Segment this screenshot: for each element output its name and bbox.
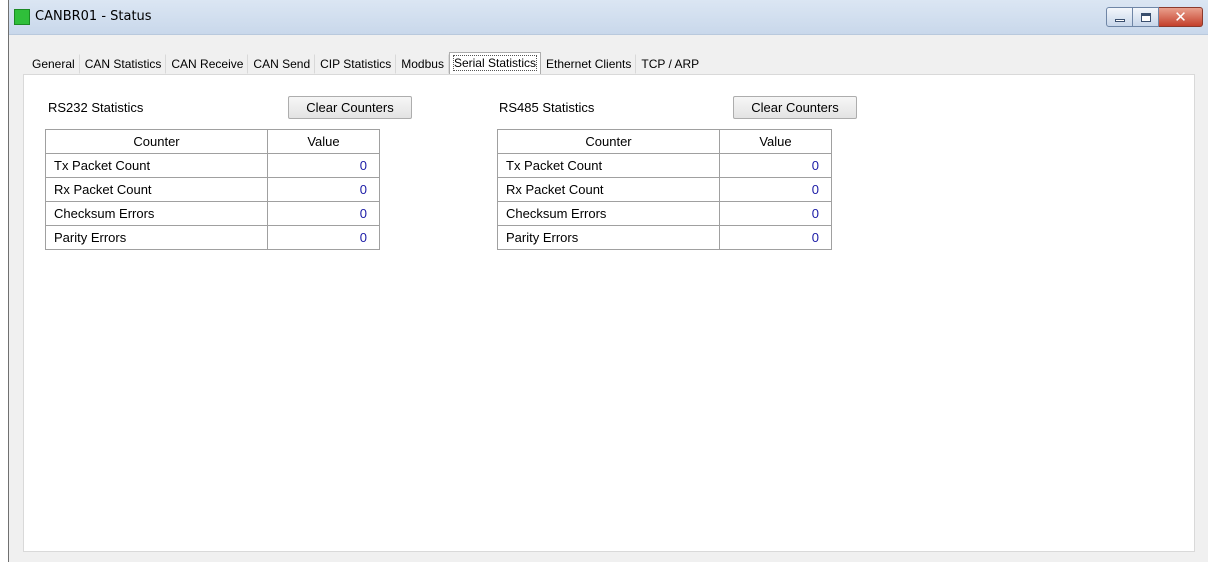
tab-can-send[interactable]: CAN Send	[248, 54, 316, 74]
value-cell: 0	[267, 201, 380, 226]
serial-statistics-panel: RS232 Statistics Clear Counters Counter …	[23, 74, 1195, 552]
rs485-clear-counters-button[interactable]: Clear Counters	[733, 96, 857, 119]
maximize-icon	[1141, 13, 1151, 22]
value-column-header[interactable]: Value	[719, 129, 832, 154]
rs485-stats-table: Counter Value Tx Packet Count 0 Rx Packe…	[497, 129, 832, 250]
tab-strip: General CAN Statistics CAN Receive CAN S…	[27, 52, 703, 74]
counter-cell: Rx Packet Count	[45, 177, 268, 202]
tab-modbus[interactable]: Modbus	[396, 54, 449, 74]
table-row[interactable]: Parity Errors 0	[45, 225, 380, 250]
counter-cell: Tx Packet Count	[497, 153, 720, 178]
window-title: CANBR01 - Status	[35, 9, 152, 24]
close-icon: ✕	[1174, 8, 1187, 26]
tab-general[interactable]: General	[27, 54, 80, 74]
counter-cell: Parity Errors	[45, 225, 268, 250]
value-cell: 0	[719, 201, 832, 226]
table-header-row: Counter Value	[497, 129, 832, 154]
table-row[interactable]: Checksum Errors 0	[45, 201, 380, 226]
counter-cell: Tx Packet Count	[45, 153, 268, 178]
value-cell: 0	[267, 225, 380, 250]
window-controls: ✕	[1106, 7, 1203, 27]
title-bar[interactable]: CANBR01 - Status ✕	[9, 0, 1208, 35]
status-window: CANBR01 - Status ✕ General CAN Statistic…	[8, 0, 1208, 562]
tab-tcp-arp[interactable]: TCP / ARP	[636, 54, 703, 74]
tab-serial-statistics[interactable]: Serial Statistics	[448, 52, 541, 74]
table-row[interactable]: Tx Packet Count 0	[45, 153, 380, 178]
tab-can-receive[interactable]: CAN Receive	[166, 54, 249, 74]
tab-can-statistics[interactable]: CAN Statistics	[80, 54, 167, 74]
table-row[interactable]: Rx Packet Count 0	[497, 177, 832, 202]
rs232-title: RS232 Statistics	[48, 100, 144, 115]
minimize-button[interactable]	[1106, 7, 1133, 27]
table-row[interactable]: Parity Errors 0	[497, 225, 832, 250]
value-cell: 0	[719, 225, 832, 250]
table-row[interactable]: Rx Packet Count 0	[45, 177, 380, 202]
table-header-row: Counter Value	[45, 129, 380, 154]
table-row[interactable]: Checksum Errors 0	[497, 201, 832, 226]
value-cell: 0	[267, 177, 380, 202]
tab-ethernet-clients[interactable]: Ethernet Clients	[541, 54, 637, 74]
minimize-icon	[1115, 19, 1125, 22]
counter-column-header[interactable]: Counter	[45, 129, 268, 154]
counter-column-header[interactable]: Counter	[497, 129, 720, 154]
value-cell: 0	[719, 177, 832, 202]
value-cell: 0	[267, 153, 380, 178]
counter-cell: Checksum Errors	[497, 201, 720, 226]
counter-cell: Parity Errors	[497, 225, 720, 250]
rs232-stats-table: Counter Value Tx Packet Count 0 Rx Packe…	[45, 129, 380, 250]
counter-cell: Rx Packet Count	[497, 177, 720, 202]
app-status-icon	[14, 9, 30, 25]
maximize-button[interactable]	[1133, 7, 1159, 27]
tab-cip-statistics[interactable]: CIP Statistics	[315, 54, 397, 74]
rs232-clear-counters-button[interactable]: Clear Counters	[288, 96, 412, 119]
table-row[interactable]: Tx Packet Count 0	[497, 153, 832, 178]
rs485-title: RS485 Statistics	[499, 100, 595, 115]
value-cell: 0	[719, 153, 832, 178]
close-button[interactable]: ✕	[1159, 7, 1203, 27]
value-column-header[interactable]: Value	[267, 129, 380, 154]
counter-cell: Checksum Errors	[45, 201, 268, 226]
